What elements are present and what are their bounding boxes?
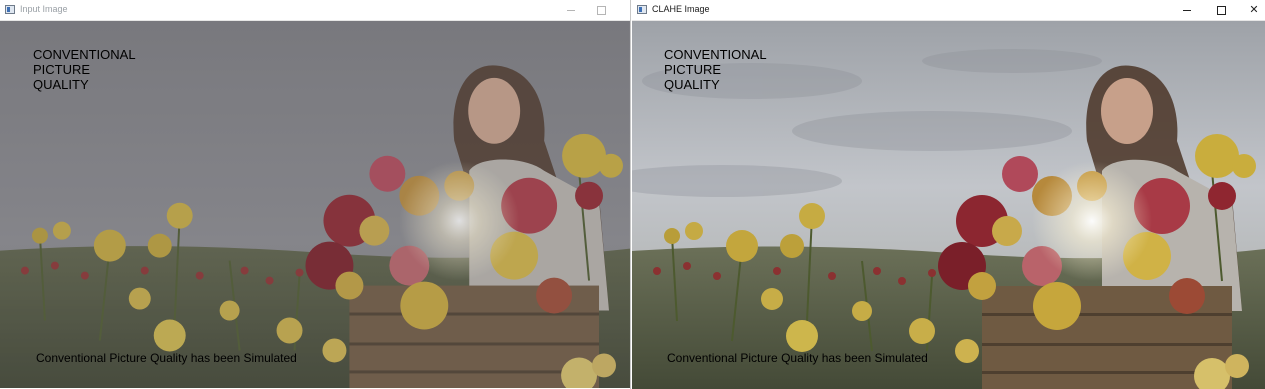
- minimize-icon[interactable]: [556, 0, 586, 20]
- image-canvas: CONVENTIONAL PICTURE QUALITY Conventiona…: [0, 21, 630, 389]
- window-title: CLAHE Image: [652, 4, 710, 14]
- overlay-label: CONVENTIONAL PICTURE QUALITY: [664, 47, 767, 92]
- caption-text: Conventional Picture Quality has been Si…: [667, 351, 928, 365]
- overlay-line: CONVENTIONAL: [664, 47, 767, 62]
- overlay-line: PICTURE: [664, 62, 722, 77]
- overlay-label: CONVENTIONAL PICTURE QUALITY: [33, 47, 136, 92]
- maximize-icon[interactable]: [1206, 0, 1236, 20]
- clahe-image-window[interactable]: CLAHE Image ✕ CONVENTIONAL PICTURE QUALI…: [632, 0, 1265, 389]
- window-title: Input Image: [20, 4, 68, 14]
- overlay-line: PICTURE: [33, 62, 91, 77]
- overlay-line: QUALITY: [664, 77, 720, 92]
- image-canvas: CONVENTIONAL PICTURE QUALITY Conventiona…: [632, 21, 1265, 389]
- app-window-icon: [5, 5, 15, 14]
- maximize-icon[interactable]: [586, 0, 616, 20]
- overlay-line: QUALITY: [33, 77, 89, 92]
- close-icon[interactable]: ✕: [1239, 0, 1265, 20]
- caption-text: Conventional Picture Quality has been Si…: [36, 351, 297, 365]
- input-image-window[interactable]: Input Image CONVENTIONAL PICTURE QUALITY…: [0, 0, 631, 389]
- app-window-icon: [637, 5, 647, 14]
- overlay-line: CONVENTIONAL: [33, 47, 136, 62]
- title-bar[interactable]: CLAHE Image ✕: [632, 0, 1265, 21]
- minimize-icon[interactable]: [1172, 0, 1202, 20]
- title-bar[interactable]: Input Image: [0, 0, 630, 21]
